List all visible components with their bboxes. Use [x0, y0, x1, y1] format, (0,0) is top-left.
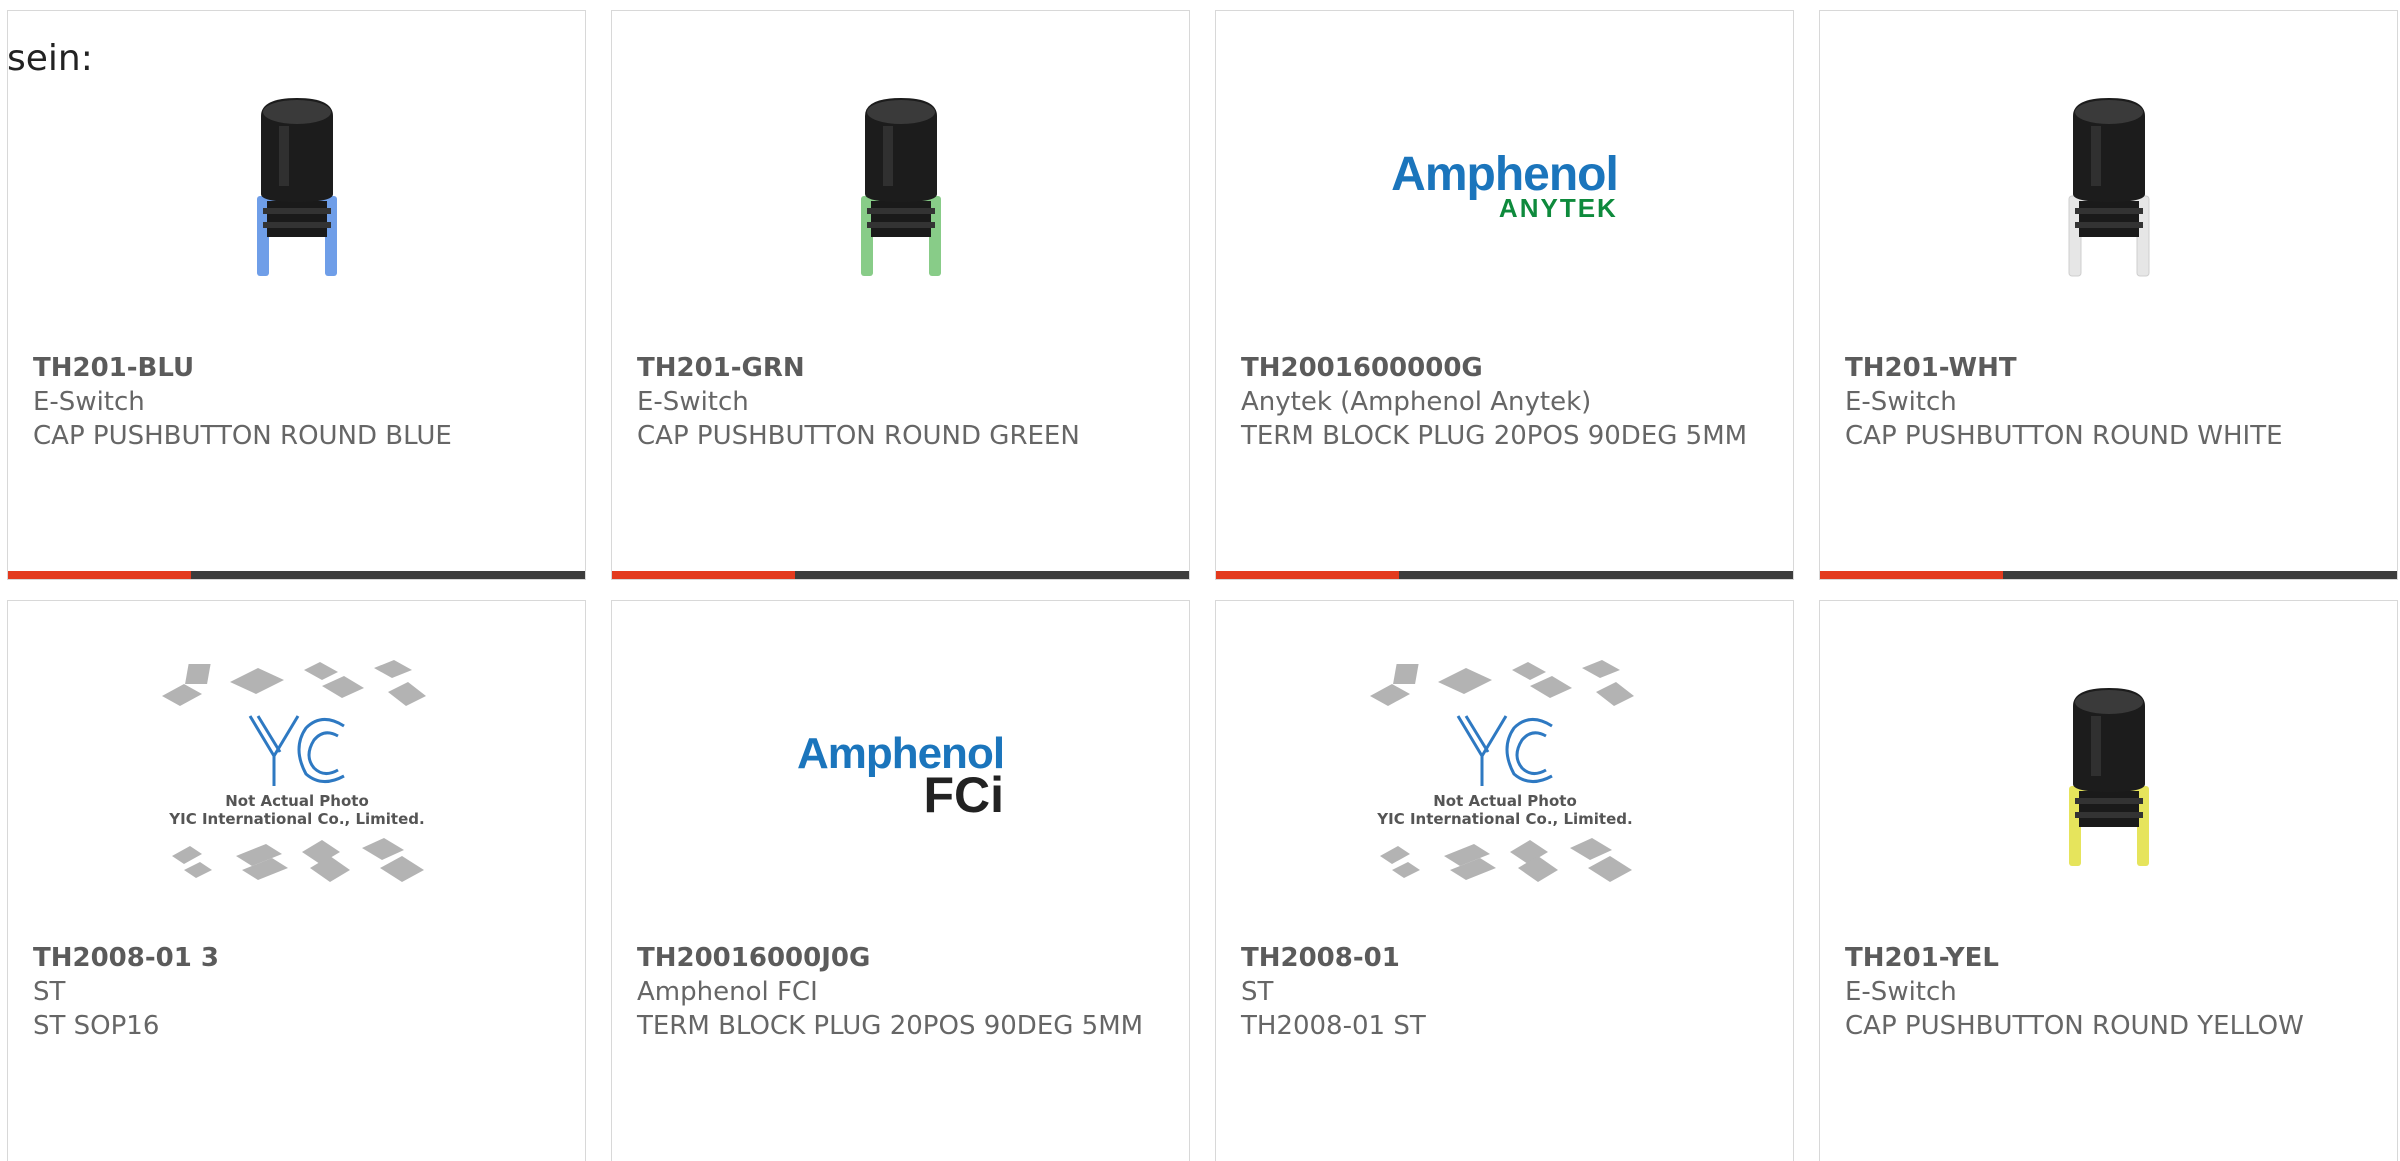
part-number[interactable]: TH2008-01 3: [33, 941, 545, 975]
intro-text: sein:: [7, 38, 93, 79]
product-card[interactable]: TH201-GRN E-Switch CAP PUSHBUTTON ROUND …: [611, 10, 1190, 580]
manufacturer: ST: [1241, 977, 1274, 1007]
part-number[interactable]: TH201-BLU: [33, 351, 545, 385]
product-info: TH2008-01 3 ST ST SOP16: [33, 941, 545, 1043]
amphenol-fci-logo: Amphenol FCi: [797, 732, 1005, 821]
manufacturer: E-Switch: [33, 387, 145, 417]
description: TH2008-01 ST: [1241, 1011, 1426, 1041]
logo-line-1: Amphenol: [1391, 148, 1619, 201]
placeholder-line-2: YIC International Co., Limited.: [168, 810, 424, 828]
chip-placeholder-icon: Not Actual Photo YIC International Co., …: [161, 660, 426, 882]
product-card[interactable]: TH201-BLU E-Switch CAP PUSHBUTTON ROUND …: [7, 10, 586, 580]
part-number[interactable]: TH201-WHT: [1845, 351, 2357, 385]
product-image-pushbutton-yellow[interactable]: [1820, 661, 2397, 891]
product-info: TH201-YEL E-Switch CAP PUSHBUTTON ROUND …: [1845, 941, 2357, 1043]
product-info: TH20016000J0G Amphenol FCI TERM BLOCK PL…: [637, 941, 1149, 1043]
product-card[interactable]: TH201-WHT E-Switch CAP PUSHBUTTON ROUND …: [1819, 10, 2398, 580]
card-footer-bar: [612, 571, 1189, 579]
product-card[interactable]: Not Actual Photo YIC International Co., …: [1215, 600, 1794, 1161]
pushbutton-cap-icon: [2068, 688, 2149, 866]
part-number[interactable]: TH201-YEL: [1845, 941, 2357, 975]
card-footer-accent: [612, 571, 795, 579]
card-footer-accent: [1216, 571, 1399, 579]
part-number[interactable]: TH2001600000G: [1241, 351, 1753, 385]
manufacturer: Anytek (Amphenol Anytek): [1241, 387, 1592, 417]
product-image-pushbutton-white[interactable]: [1820, 71, 2397, 301]
manufacturer: E-Switch: [1845, 387, 1957, 417]
product-card[interactable]: TH201-YEL E-Switch CAP PUSHBUTTON ROUND …: [1819, 600, 2398, 1161]
product-image-amphenol-fci-logo[interactable]: Amphenol FCi: [612, 661, 1189, 891]
manufacturer: Amphenol FCI: [637, 977, 818, 1007]
product-info: TH201-WHT E-Switch CAP PUSHBUTTON ROUND …: [1845, 351, 2357, 453]
card-footer-bar: [1820, 571, 2397, 579]
pushbutton-cap-icon: [256, 98, 337, 276]
product-image-yic-placeholder[interactable]: Not Actual Photo YIC International Co., …: [8, 660, 585, 891]
description: TERM BLOCK PLUG 20POS 90DEG 5MM: [637, 1011, 1144, 1041]
card-footer-bar: [8, 571, 585, 579]
description: ST SOP16: [33, 1011, 160, 1041]
placeholder-line-2: YIC International Co., Limited.: [1376, 810, 1632, 828]
product-info: TH201-GRN E-Switch CAP PUSHBUTTON ROUND …: [637, 351, 1149, 453]
description: CAP PUSHBUTTON ROUND YELLOW: [1845, 1011, 2304, 1041]
product-card[interactable]: Amphenol FCi TH20016000J0G Amphenol FCI …: [611, 600, 1190, 1161]
pushbutton-cap-icon: [2068, 98, 2149, 277]
manufacturer: ST: [33, 977, 66, 1007]
product-image-amphenol-anytek-logo[interactable]: Amphenol ANYTEK: [1216, 71, 1793, 301]
card-footer-accent: [8, 571, 191, 579]
product-image-yic-placeholder[interactable]: Not Actual Photo YIC International Co., …: [1216, 660, 1793, 891]
product-grid: sein: TH201-BLU E-Switch CAP PUSHBUTTON …: [0, 0, 2400, 1161]
placeholder-line-1: Not Actual Photo: [225, 792, 369, 810]
part-number[interactable]: TH20016000J0G: [637, 941, 1149, 975]
chip-placeholder-icon: Not Actual Photo YIC International Co., …: [1369, 660, 1634, 882]
description: CAP PUSHBUTTON ROUND WHITE: [1845, 421, 2283, 451]
part-number[interactable]: TH2008-01: [1241, 941, 1753, 975]
product-card[interactable]: Amphenol ANYTEK TH2001600000G Anytek (Am…: [1215, 10, 1794, 580]
product-card[interactable]: Not Actual Photo YIC International Co., …: [7, 600, 586, 1161]
description: TERM BLOCK PLUG 20POS 90DEG 5MM: [1241, 421, 1748, 451]
product-info: TH2001600000G Anytek (Amphenol Anytek) T…: [1241, 351, 1753, 453]
product-info: TH2008-01 ST TH2008-01 ST: [1241, 941, 1753, 1043]
card-footer-accent: [1820, 571, 2003, 579]
pushbutton-cap-icon: [860, 98, 941, 276]
description: CAP PUSHBUTTON ROUND BLUE: [33, 421, 452, 451]
product-image-pushbutton-blue[interactable]: [8, 71, 585, 301]
manufacturer: E-Switch: [1845, 977, 1957, 1007]
description: CAP PUSHBUTTON ROUND GREEN: [637, 421, 1080, 451]
manufacturer: E-Switch: [637, 387, 749, 417]
card-footer-bar: [1216, 571, 1793, 579]
amphenol-anytek-logo: Amphenol ANYTEK: [1391, 148, 1619, 222]
placeholder-line-1: Not Actual Photo: [1433, 792, 1577, 810]
product-info: TH201-BLU E-Switch CAP PUSHBUTTON ROUND …: [33, 351, 545, 453]
product-image-pushbutton-green[interactable]: [612, 71, 1189, 301]
part-number[interactable]: TH201-GRN: [637, 351, 1149, 385]
